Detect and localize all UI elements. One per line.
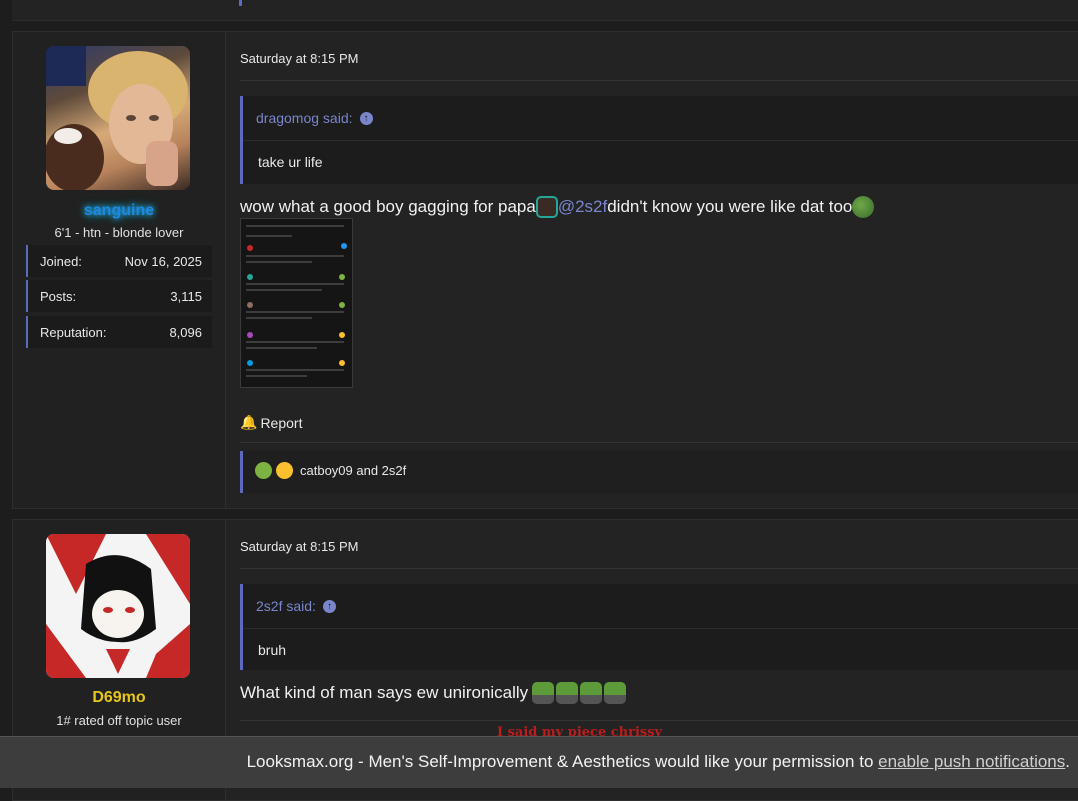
post-date[interactable]: Saturday at 8:15 PM [240, 539, 359, 554]
username[interactable]: sanguine [13, 202, 225, 220]
push-notification-banner: Looksmax.org - Men's Self-Improvement & … [0, 736, 1078, 788]
post-main: Saturday at 8:15 PM dragomog said: ↑ take… [226, 32, 1078, 508]
arrow-up-icon[interactable]: ↑ [359, 111, 373, 125]
divider [240, 720, 1078, 721]
quote-separator [243, 628, 1078, 629]
quote-author[interactable]: dragomog said: [256, 110, 353, 126]
sick-face-icon [255, 462, 272, 479]
enable-push-link[interactable]: enable push notifications [878, 752, 1065, 771]
mention-link[interactable]: @2s2f [558, 197, 607, 217]
message-text: What kind of man says ew unironically [240, 682, 627, 704]
stat-reputation: Reputation: 8,096 [26, 316, 212, 348]
avatar-image [46, 46, 188, 190]
user-title: 1# rated off topic user [56, 713, 182, 728]
divider [240, 442, 1078, 443]
quote-block: dragomog said: ↑ take ur life [240, 96, 1078, 184]
notification-text: Looksmax.org - Men's Self-Improvement & … [247, 752, 1070, 772]
previous-post-stub [12, 0, 1078, 21]
notification-suffix: . [1065, 752, 1070, 771]
pepe-emoji-icon [580, 682, 603, 704]
notification-message: Looksmax.org - Men's Self-Improvement & … [246, 752, 879, 771]
quote-text: bruh [258, 642, 287, 658]
laughing-face-icon [276, 462, 293, 479]
report-label: Report [260, 414, 303, 431]
divider [240, 568, 1078, 569]
quote-header[interactable]: dragomog said: ↑ [256, 110, 373, 126]
pepe-emoji-icon [604, 682, 627, 704]
quote-author[interactable]: 2s2f said: [256, 598, 316, 614]
pepe-emoji-icon [556, 682, 579, 704]
stat-value: 3,115 [170, 289, 202, 304]
bell-icon: 🔔 [240, 414, 258, 430]
reactions-bar[interactable]: catboy09 and 2s2f [240, 451, 1078, 493]
message-text: wow what a good boy gagging for papa @2s… [240, 196, 875, 218]
stat-label: Reputation: [40, 325, 107, 340]
divider [240, 80, 1078, 81]
post-sanguine: sanguine 6'1 - htn - blonde lover Joined… [12, 31, 1078, 509]
user-title: 6'1 - htn - blonde lover [54, 225, 184, 240]
arrow-up-icon[interactable]: ↑ [322, 599, 336, 613]
message-suffix: didn't know you were like dat too [607, 197, 853, 216]
stat-joined: Joined: Nov 16, 2025 [26, 245, 212, 277]
message-body: What kind of man says ew unironically [240, 683, 529, 702]
stat-posts: Posts: 3,115 [26, 280, 212, 312]
stat-label: Posts: [40, 289, 77, 304]
user-panel: sanguine 6'1 - htn - blonde lover Joined… [13, 32, 226, 508]
avatar-emoji-icon [535, 196, 558, 218]
avatar-image [46, 534, 190, 678]
stat-value: Nov 16, 2025 [124, 254, 202, 269]
message-prefix: wow what a good boy gagging for papa [240, 197, 536, 216]
report-link[interactable]: 🔔 Report [240, 414, 302, 431]
quote-block: 2s2f said: ↑ bruh [240, 584, 1078, 670]
pepe-emoji-icon [852, 196, 875, 218]
quote-bar-stub [239, 0, 242, 6]
quote-header[interactable]: 2s2f said: ↑ [256, 598, 336, 614]
quote-separator [243, 140, 1078, 141]
stat-value: 8,096 [169, 325, 202, 340]
username[interactable]: D69mo [13, 689, 225, 707]
stat-label: Joined: [40, 254, 82, 269]
post-date[interactable]: Saturday at 8:15 PM [240, 51, 359, 66]
reactions-screenshot-image[interactable] [240, 218, 353, 388]
avatar[interactable] [46, 534, 190, 678]
reactions-users[interactable]: catboy09 and 2s2f [300, 463, 406, 478]
pepe-emoji-icon [532, 682, 555, 704]
quote-text: take ur life [258, 154, 323, 170]
avatar[interactable] [46, 46, 190, 190]
